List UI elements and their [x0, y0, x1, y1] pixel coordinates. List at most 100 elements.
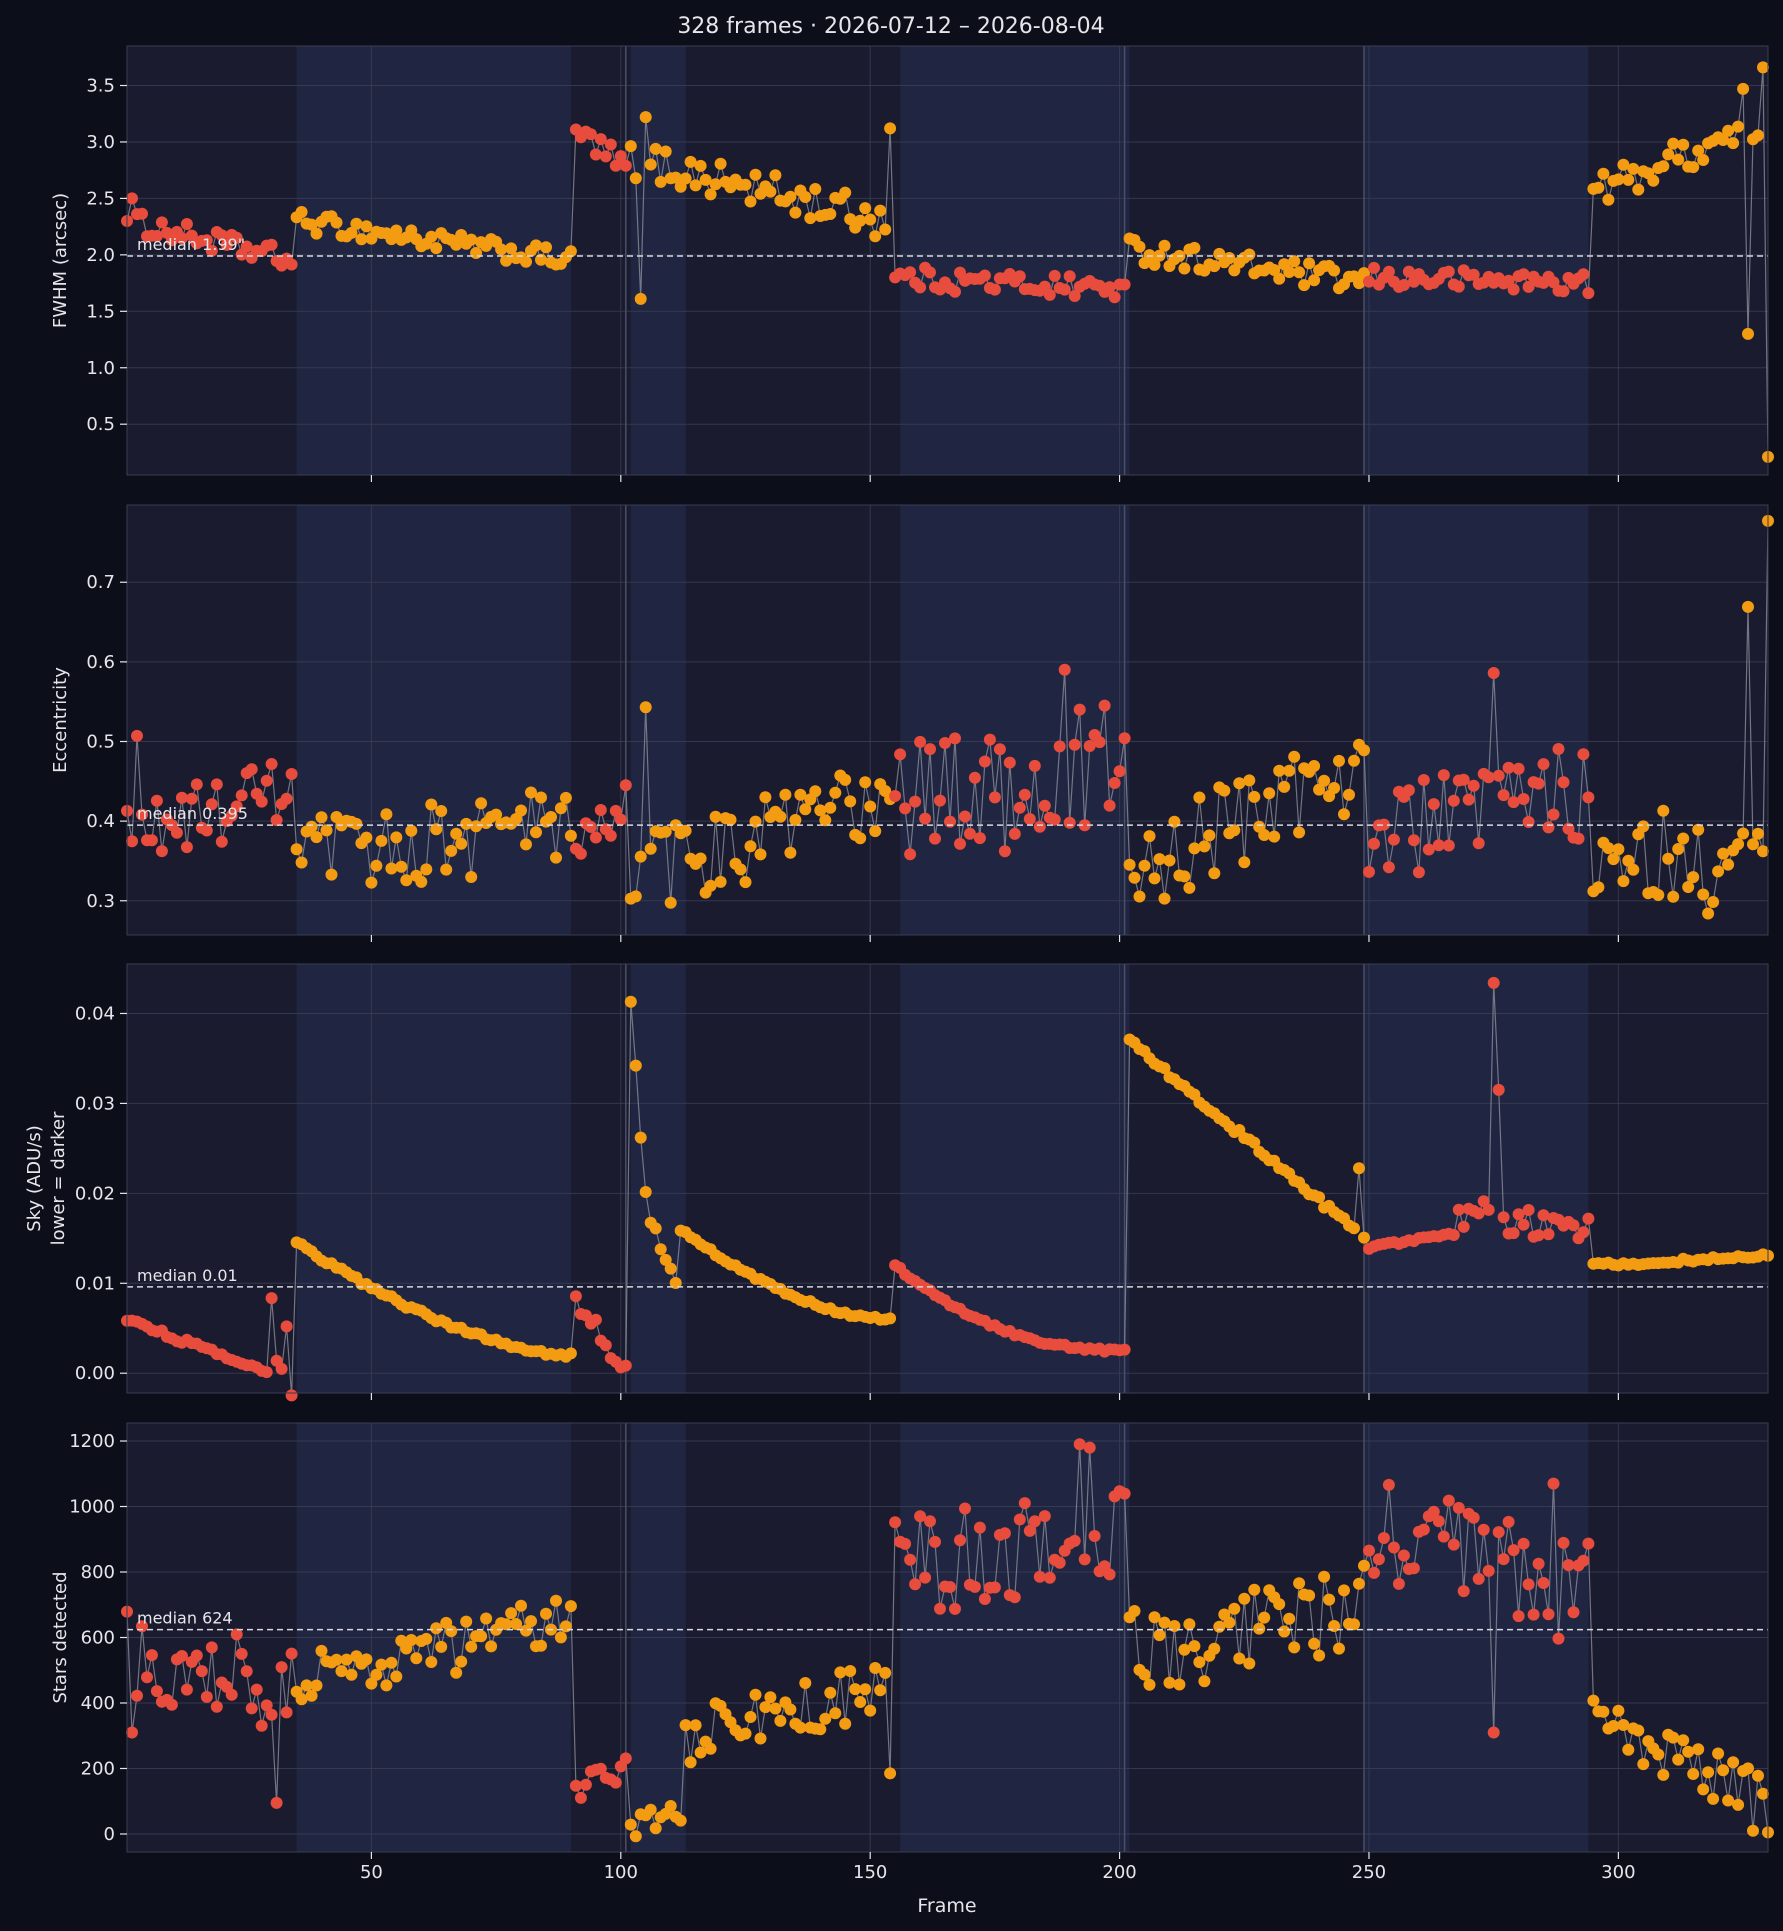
data-point	[190, 1649, 203, 1662]
data-point	[1178, 870, 1191, 883]
data-point	[973, 1521, 986, 1534]
data-point	[604, 138, 617, 151]
data-point	[515, 1599, 527, 1612]
data-point	[280, 1706, 293, 1719]
y-tick-label: 0	[104, 1824, 115, 1845]
data-point	[954, 1534, 966, 1547]
data-point	[1333, 754, 1345, 767]
data-point	[1353, 1577, 1365, 1590]
data-point	[1243, 1657, 1256, 1670]
panel-sky: median 0.01 0.00 0.01 0.02 0.03 0.04 Sky (ADU/…	[24, 963, 1774, 1402]
data-point	[804, 212, 817, 225]
data-point	[345, 1668, 358, 1681]
data-point	[764, 1691, 777, 1704]
data-point	[126, 1726, 138, 1739]
data-point	[1363, 865, 1375, 878]
data-point	[1273, 1598, 1286, 1611]
data-point	[829, 1707, 842, 1720]
data-point	[365, 876, 378, 889]
data-point	[589, 1313, 602, 1326]
data-point	[1582, 287, 1595, 300]
data-point	[1652, 889, 1665, 901]
data-point	[799, 1677, 812, 1689]
data-point	[564, 829, 577, 842]
data-point	[195, 1665, 208, 1678]
data-point	[1028, 759, 1041, 772]
data-point	[624, 1818, 637, 1831]
data-point	[884, 1767, 897, 1780]
data-point	[1697, 1783, 1710, 1796]
data-point	[1737, 827, 1750, 840]
data-point	[170, 826, 183, 839]
data-point	[1617, 875, 1630, 888]
data-point	[515, 804, 527, 817]
data-point	[1203, 829, 1216, 842]
data-point	[205, 1641, 218, 1654]
data-point	[180, 1683, 193, 1696]
data-point	[180, 841, 193, 854]
data-point	[200, 824, 213, 837]
data-point	[1677, 832, 1690, 845]
data-point	[554, 802, 567, 815]
data-point	[619, 779, 632, 792]
data-point	[934, 1602, 946, 1615]
data-point	[1757, 61, 1769, 74]
data-point	[305, 1689, 318, 1702]
data-point	[540, 241, 552, 254]
y-tick-label: 0.02	[75, 1183, 115, 1204]
y-tick-label: 1200	[69, 1431, 115, 1452]
data-point	[1657, 804, 1670, 817]
data-point	[949, 732, 961, 745]
data-point	[1118, 732, 1131, 745]
data-point	[190, 778, 203, 791]
data-point	[1667, 890, 1680, 903]
y-tick-label: 600	[81, 1628, 115, 1649]
data-point	[420, 1632, 433, 1645]
data-point	[1752, 129, 1764, 142]
data-point	[1492, 1083, 1505, 1096]
data-point	[1387, 833, 1400, 846]
data-point	[1003, 756, 1016, 769]
data-point	[739, 876, 752, 889]
data-point	[1427, 798, 1440, 811]
data-point	[315, 811, 328, 824]
data-point	[594, 804, 607, 816]
data-point	[415, 875, 428, 888]
data-point	[1248, 1583, 1261, 1596]
data-point	[330, 216, 343, 229]
data-point	[1552, 743, 1565, 755]
x-tick-label: 200	[1102, 1862, 1136, 1883]
data-point	[694, 159, 707, 172]
data-point	[1238, 856, 1251, 869]
data-point	[1238, 1592, 1251, 1605]
data-point	[136, 207, 148, 220]
data-point	[1048, 269, 1061, 282]
data-point	[1363, 1544, 1375, 1557]
data-point	[1532, 777, 1545, 790]
data-point	[1133, 240, 1146, 253]
data-point	[1118, 278, 1131, 291]
data-point	[1063, 816, 1076, 829]
data-point	[275, 1661, 288, 1674]
data-point	[530, 239, 542, 252]
data-point	[709, 178, 722, 191]
y-tick-label: 200	[81, 1758, 115, 1779]
data-point	[450, 1666, 463, 1679]
data-point	[1452, 280, 1465, 293]
data-point	[455, 1655, 468, 1668]
data-point	[1457, 773, 1470, 786]
data-point	[480, 1612, 493, 1625]
data-point	[1193, 791, 1206, 804]
y-tick-label: 0.3	[86, 891, 115, 912]
data-point	[1288, 255, 1301, 268]
x-tick-label: 50	[360, 1862, 383, 1883]
data-point	[1053, 740, 1066, 753]
data-point	[1742, 600, 1754, 613]
data-point	[1557, 285, 1570, 298]
data-point	[1627, 863, 1640, 876]
data-point	[1547, 808, 1560, 821]
data-point	[1712, 865, 1725, 878]
median-label: median 0.01	[137, 1266, 238, 1285]
data-point	[914, 281, 927, 294]
data-point	[265, 758, 278, 770]
